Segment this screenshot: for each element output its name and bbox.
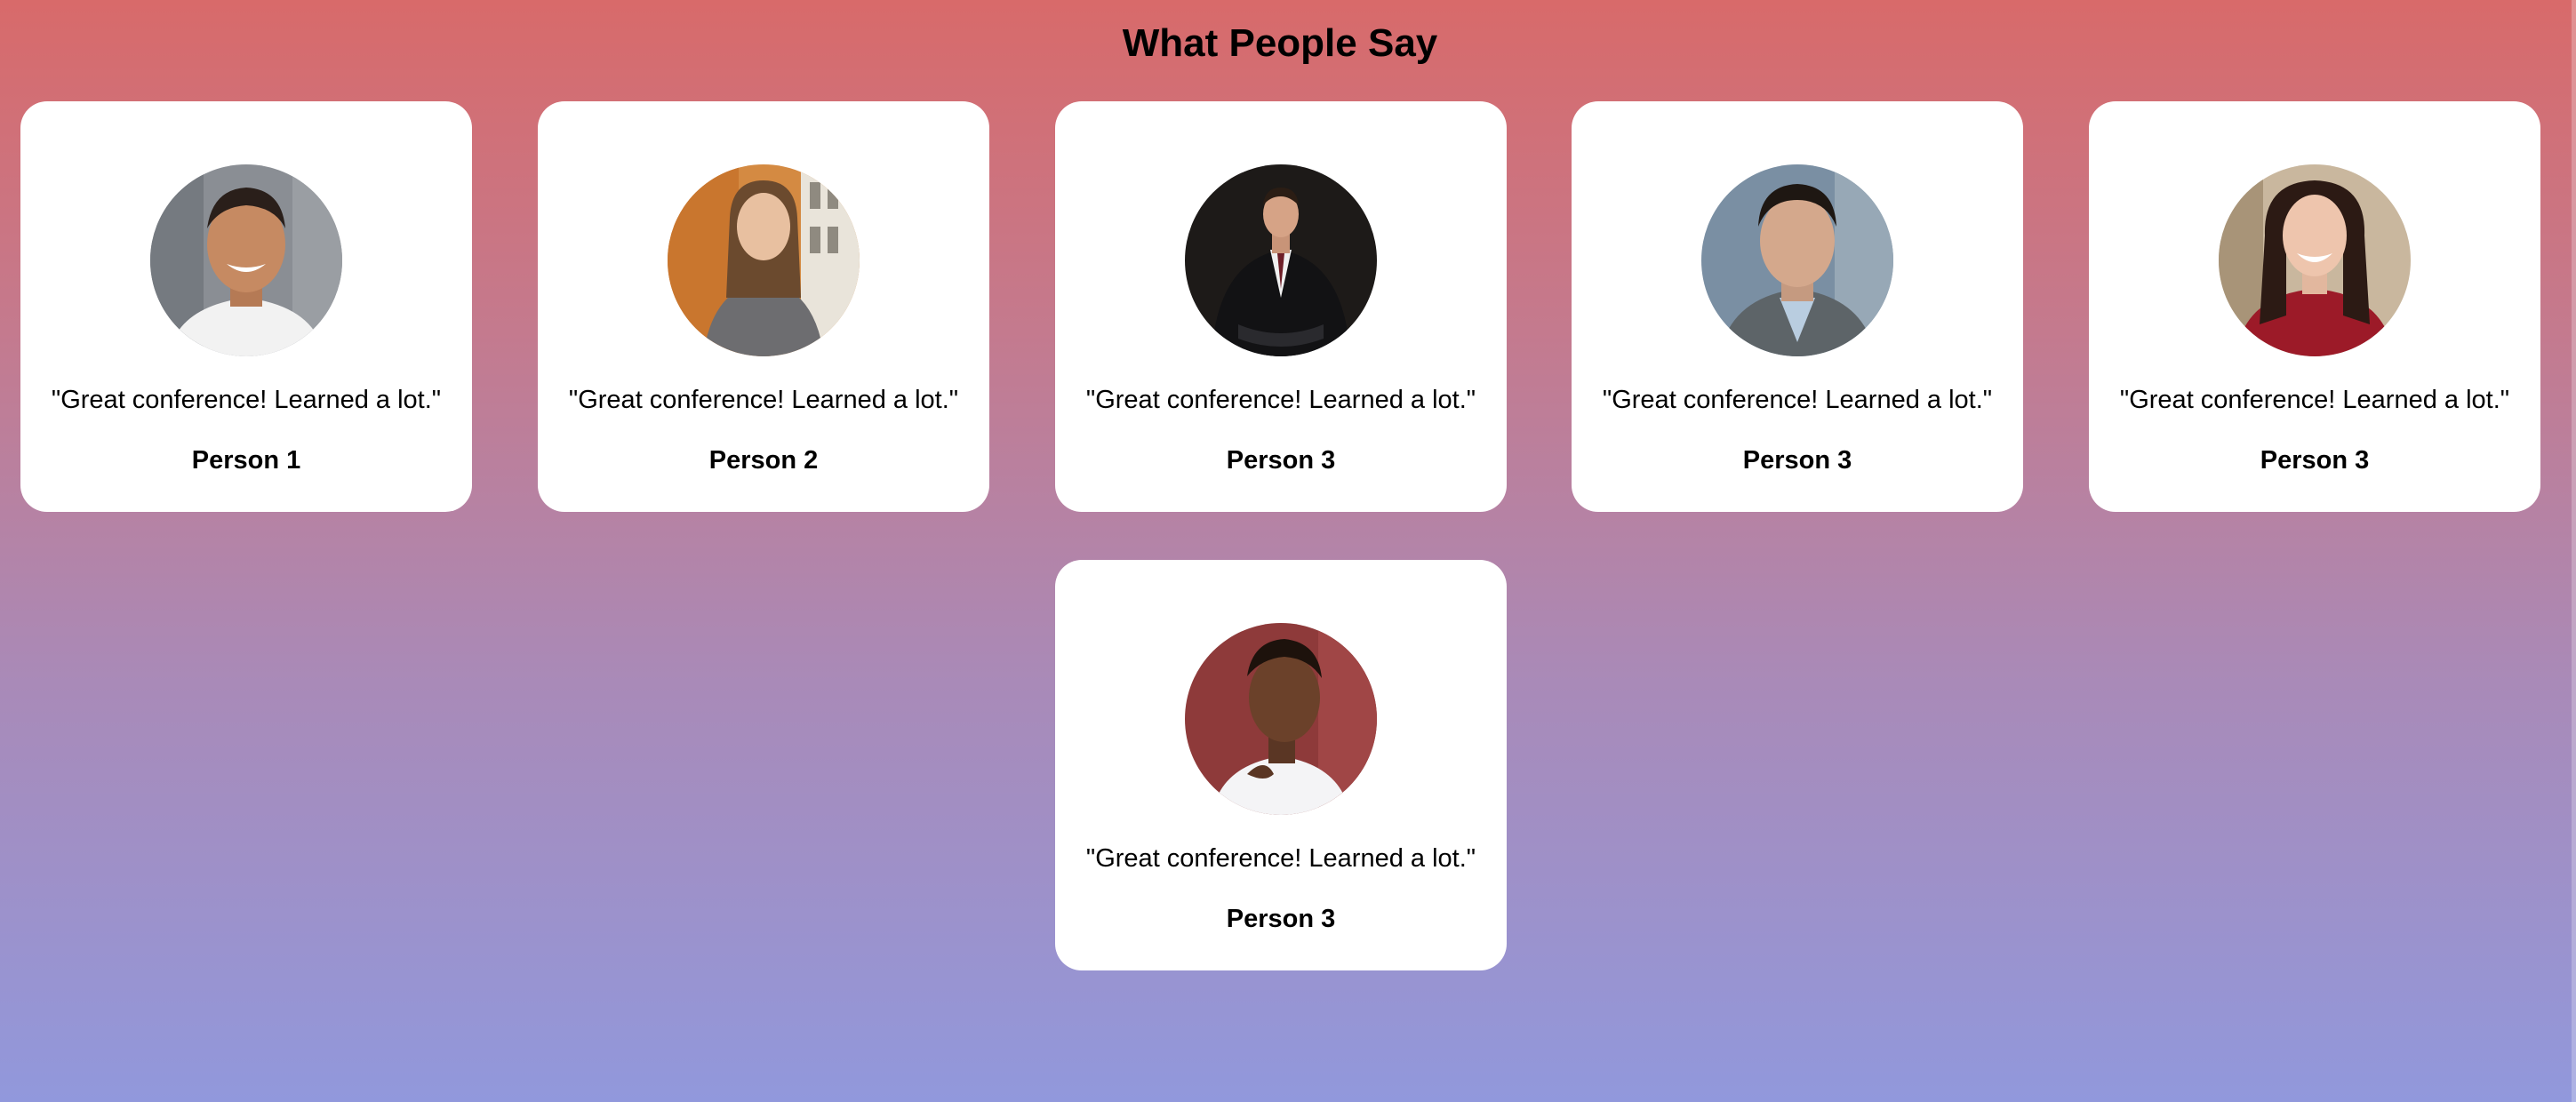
testimonial-author: Person 3 [1226,446,1336,475]
testimonial-card: "Great conference! Learned a lot." Perso… [1055,560,1507,970]
avatar [150,164,342,356]
testimonial-card: "Great conference! Learned a lot." Perso… [538,101,989,512]
avatar [668,164,860,356]
testimonial-card: "Great conference! Learned a lot." Perso… [2089,101,2540,512]
testimonial-quote: "Great conference! Learned a lot." [2119,386,2510,414]
testimonial-author: Person 3 [1226,905,1336,933]
scrollbar[interactable] [2572,0,2576,1102]
avatar [1185,164,1377,356]
testimonial-quote: "Great conference! Learned a lot." [1602,386,1993,414]
testimonial-quote: "Great conference! Learned a lot." [51,386,442,414]
testimonial-author: Person 2 [708,446,819,475]
testimonial-card: "Great conference! Learned a lot." Perso… [1055,101,1507,512]
testimonial-author: Person 1 [191,446,301,475]
testimonial-author: Person 3 [1742,446,1852,475]
avatar [2219,164,2411,356]
testimonial-card: "Great conference! Learned a lot." Perso… [20,101,472,512]
testimonial-quote: "Great conference! Learned a lot." [1085,386,1476,414]
avatar [1701,164,1893,356]
testimonial-card: "Great conference! Learned a lot." Perso… [1572,101,2023,512]
testimonial-quote: "Great conference! Learned a lot." [1085,844,1476,873]
testimonial-author: Person 3 [2260,446,2370,475]
avatar [1185,623,1377,815]
testimonial-quote: "Great conference! Learned a lot." [568,386,959,414]
page-title: What People Say [1122,21,1438,65]
